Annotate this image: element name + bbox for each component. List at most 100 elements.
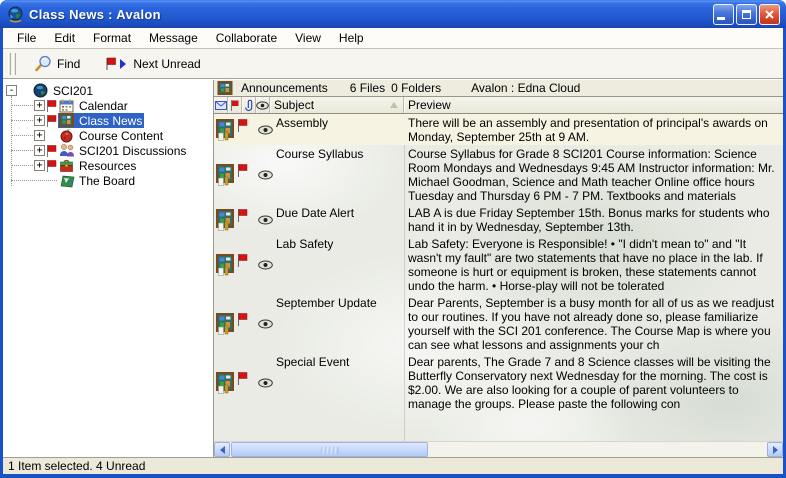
message-preview: Lab Safety: Everyone is Responsible! • "… [404, 236, 783, 293]
menu-bar: File Edit Format Message Collaborate Vie… [3, 28, 783, 49]
maximize-button[interactable] [736, 4, 757, 25]
eye-icon [258, 125, 273, 135]
scroll-right-button[interactable] [767, 442, 783, 457]
toolbar-grip[interactable] [13, 53, 16, 75]
tree-item-the-board[interactable]: The Board [3, 173, 213, 188]
window-title: Class News : Avalon [29, 7, 713, 22]
minimize-icon [717, 17, 725, 20]
unread-flag-icon [237, 313, 248, 326]
news-board-icon [58, 113, 75, 128]
eye-icon [258, 260, 273, 270]
news-board-icon [217, 81, 233, 95]
menu-help[interactable]: Help [330, 29, 373, 47]
flag-icon [230, 100, 239, 111]
column-preview[interactable]: Preview [404, 97, 783, 113]
unread-flag-icon [237, 209, 248, 222]
message-subject: Assembly [276, 115, 404, 144]
tree-item-sci201[interactable]: - SCI201 [3, 83, 213, 98]
scrollbar-track[interactable] [230, 442, 767, 457]
unread-flag-icon [46, 100, 57, 112]
message-row-september-update[interactable]: September Update Dear Parents, September… [214, 294, 783, 353]
toolbox-icon [58, 158, 75, 173]
message-row-lab-safety[interactable]: Lab Safety Lab Safety: Everyone is Respo… [214, 235, 783, 294]
message-preview: Dear Parents, September is a busy month … [404, 295, 783, 352]
menu-message[interactable]: Message [140, 29, 207, 47]
tree-item-label: Resources [77, 159, 138, 173]
expand-toggle-icon[interactable]: + [34, 115, 45, 126]
tree-item-sci201-discussions[interactable]: + SCI201 Discussions [3, 143, 213, 158]
message-row-course-syllabus[interactable]: Course Syllabus Course Syllabus for Grad… [214, 145, 783, 204]
close-button[interactable] [759, 4, 780, 25]
preview-header-label: Preview [408, 98, 451, 112]
find-label: Find [57, 57, 80, 71]
message-subject: September Update [276, 295, 404, 352]
message-list: Assembly There will be an assembly and p… [214, 114, 783, 441]
menu-edit[interactable]: Edit [45, 29, 84, 47]
horizontal-scrollbar[interactable] [214, 441, 783, 457]
globe-icon [7, 6, 24, 23]
conference-tree-panel: - SCI201 + [3, 80, 214, 457]
paperclip-icon [245, 99, 253, 111]
eye-icon [258, 170, 273, 180]
menu-format[interactable]: Format [84, 29, 140, 47]
minimize-button[interactable] [713, 4, 734, 25]
people-icon [58, 143, 75, 158]
unread-flag-icon [46, 115, 57, 127]
folders-count: 0 Folders [391, 81, 441, 95]
unread-flag-icon [237, 254, 248, 267]
tree-item-label: SCI201 Discussions [77, 144, 188, 158]
eye-icon [256, 101, 269, 110]
next-unread-button[interactable]: Next Unread [98, 54, 206, 74]
subject-header-label: Subject [274, 98, 314, 112]
tree-item-label: Class News [77, 114, 144, 128]
toolbar-grip[interactable] [8, 53, 11, 75]
column-subject[interactable]: Subject [270, 97, 404, 113]
expand-toggle-icon[interactable]: + [34, 100, 45, 111]
sort-ascending-icon [390, 102, 398, 108]
conference-header: Announcements 6 Files 0 Folders Avalon :… [214, 80, 783, 97]
find-button[interactable]: Find [28, 52, 86, 76]
message-row-due-date-alert[interactable]: Due Date Alert LAB A is due Friday Septe… [214, 204, 783, 235]
conference-title: Announcements [241, 81, 328, 95]
eye-icon [258, 378, 273, 388]
news-item-icon [216, 254, 235, 276]
expand-toggle-icon[interactable]: + [34, 160, 45, 171]
tree-item-label: Course Content [77, 129, 165, 143]
message-row-special-event[interactable]: Special Event Dear parents, The Grade 7 … [214, 353, 783, 412]
message-row-assembly[interactable]: Assembly There will be an assembly and p… [214, 114, 783, 145]
tree-item-course-content[interactable]: + Course Content [3, 128, 213, 143]
tree-item-resources[interactable]: + Resources [3, 158, 213, 173]
search-icon [34, 55, 52, 73]
maximize-icon [742, 10, 751, 19]
column-attachment[interactable] [242, 97, 256, 113]
close-icon [764, 9, 775, 20]
tree-item-label: SCI201 [51, 84, 95, 98]
menu-file[interactable]: File [8, 29, 45, 47]
column-flag[interactable] [228, 97, 242, 113]
message-subject: Special Event [276, 354, 404, 411]
column-read-status[interactable] [256, 97, 270, 113]
menu-view[interactable]: View [286, 29, 330, 47]
tree-item-class-news[interactable]: + [3, 113, 213, 128]
next-unread-label: Next Unread [133, 57, 200, 71]
message-preview: Course Syllabus for Grade 8 SCI201 Cours… [404, 146, 783, 203]
scroll-left-button[interactable] [214, 442, 230, 457]
message-preview: Dear parents, The Grade 7 and 8 Science … [404, 354, 783, 411]
scrollbar-thumb[interactable] [231, 442, 428, 457]
column-envelope[interactable] [214, 97, 228, 113]
apple-icon [58, 128, 75, 143]
message-subject: Course Syllabus [276, 146, 404, 203]
title-bar[interactable]: Class News : Avalon [0, 0, 786, 28]
expand-toggle-icon[interactable]: + [34, 130, 45, 141]
unread-flag-icon [46, 145, 57, 157]
selected-tree-item[interactable]: Class News [58, 113, 144, 128]
news-item-icon [216, 209, 235, 231]
column-header-row: Subject Preview [214, 97, 783, 114]
message-list-panel: Announcements 6 Files 0 Folders Avalon :… [214, 80, 783, 457]
menu-collaborate[interactable]: Collaborate [207, 29, 286, 47]
tree-item-calendar[interactable]: + Calendar [3, 98, 213, 113]
unread-flag-icon [237, 164, 248, 177]
calendar-icon [58, 98, 75, 113]
collapse-toggle-icon[interactable]: - [6, 85, 17, 96]
expand-toggle-icon[interactable]: + [34, 145, 45, 156]
